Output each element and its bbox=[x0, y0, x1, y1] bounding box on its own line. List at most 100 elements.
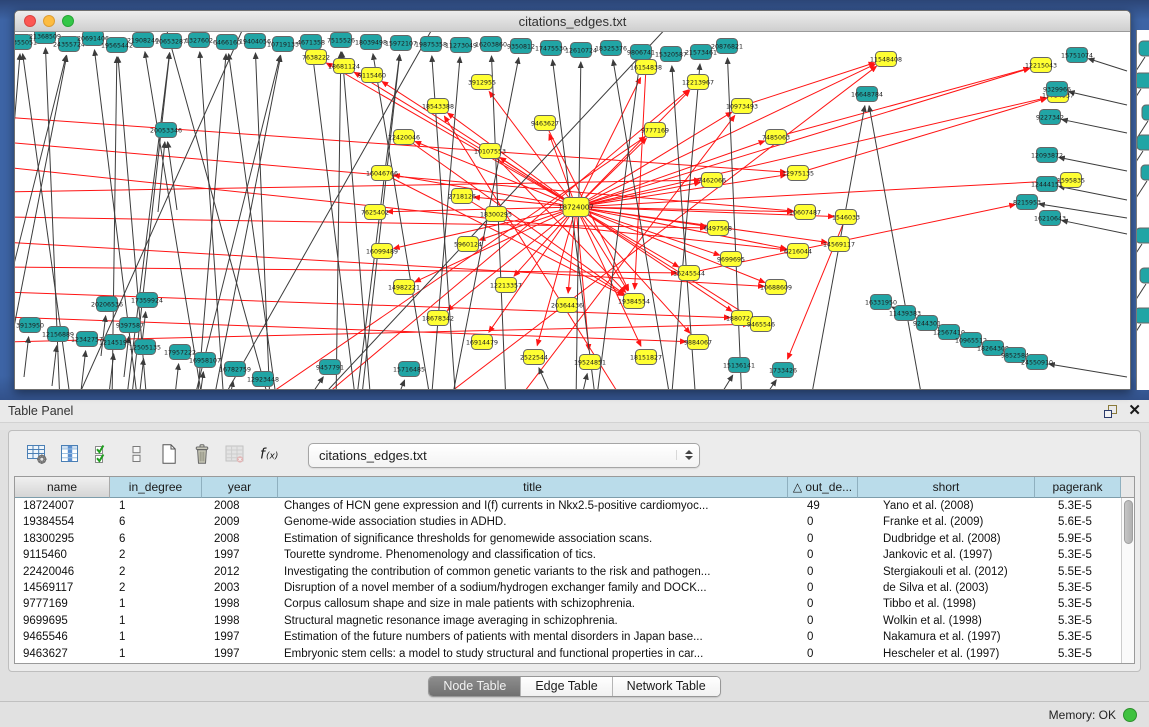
graph-node-label: 15136141 bbox=[723, 362, 755, 369]
graph-node-label: 10653287 bbox=[155, 38, 187, 45]
cell-title: Estimation of the future numbers of pati… bbox=[278, 629, 801, 645]
graph-node bbox=[1137, 308, 1149, 323]
close-panel-icon[interactable]: ✕ bbox=[1128, 403, 1141, 419]
graph-edge bbox=[1088, 59, 1127, 71]
table-row[interactable]: 911546021997Tourette syndrome. Phenomeno… bbox=[15, 547, 1134, 563]
graph-edge bbox=[776, 68, 1029, 137]
graph-node bbox=[1137, 135, 1149, 150]
graph-node-label: 9699695 bbox=[717, 256, 745, 263]
graph-edge bbox=[52, 346, 57, 386]
cell-title: Tourette syndrome. Phenomenology and cla… bbox=[278, 547, 801, 563]
table-row[interactable]: 2242004622012Investigating the contribut… bbox=[15, 564, 1134, 580]
graph-node bbox=[1142, 105, 1149, 120]
scrollbar-thumb[interactable] bbox=[1124, 500, 1133, 544]
graph-node-label: 18724007 bbox=[558, 203, 594, 211]
table-panel-titlebar: Table Panel ✕ bbox=[0, 400, 1149, 423]
column-header-out_degree[interactable]: △ out_de... bbox=[788, 477, 858, 498]
cell-out_degree: 0 bbox=[801, 613, 871, 629]
cell-year: 2008 bbox=[202, 498, 278, 514]
table-row[interactable]: 1872400712008Changes of HCN gene express… bbox=[15, 498, 1134, 514]
window-minimize-button[interactable] bbox=[43, 15, 55, 27]
cell-in_degree: 2 bbox=[110, 547, 202, 563]
select-column-icon[interactable] bbox=[59, 443, 85, 467]
tab-node-table[interactable]: Node Table bbox=[429, 677, 521, 696]
network-canvas[interactable]: 1872400716154838122139671097349374850631… bbox=[15, 32, 1130, 389]
status-bar: Memory: OK bbox=[0, 701, 1149, 727]
graph-node-label: 12215043 bbox=[1025, 62, 1057, 69]
window-close-button[interactable] bbox=[24, 15, 36, 27]
graph-node-label: 19524851 bbox=[574, 359, 606, 366]
graph-edge bbox=[336, 52, 341, 389]
table-selector-dropdown[interactable]: citations_edges.txt bbox=[308, 443, 700, 468]
graph-edge bbox=[220, 32, 435, 389]
memory-status-indicator bbox=[1123, 708, 1137, 722]
cell-in_degree: 6 bbox=[110, 531, 202, 547]
merge-cells-icon[interactable] bbox=[125, 443, 151, 467]
column-header-year[interactable]: year bbox=[202, 477, 278, 498]
table-row[interactable]: 946554611997Estimation of the future num… bbox=[15, 629, 1134, 645]
cell-in_degree: 2 bbox=[110, 564, 202, 580]
graph-node-label: 17957222 bbox=[164, 349, 196, 356]
window-titlebar[interactable]: citations_edges.txt bbox=[15, 11, 1130, 32]
graph-node-label: 17359924 bbox=[131, 297, 163, 304]
graph-node-label: 10688609 bbox=[760, 284, 792, 291]
column-header-pagerank[interactable]: pagerank bbox=[1035, 477, 1121, 498]
table-row[interactable]: 1456911722003Disruption of a novel membe… bbox=[15, 580, 1134, 596]
graph-node-label: 24355724 bbox=[53, 41, 85, 48]
row-checks-icon[interactable] bbox=[92, 443, 118, 467]
network-view[interactable]: 1872400716154838122139671097349374850631… bbox=[15, 32, 1130, 389]
graph-node-label: 12213967 bbox=[682, 79, 714, 86]
table-row[interactable]: 1830029562008Estimation of significance … bbox=[15, 531, 1134, 547]
graph-node-label: 9463627 bbox=[531, 120, 559, 127]
table-scrollbar[interactable] bbox=[1121, 498, 1134, 663]
table-tabs: Node TableEdge TableNetwork Table bbox=[428, 676, 720, 697]
cell-year: 2003 bbox=[202, 580, 278, 596]
table-row[interactable]: 1938455462009Genome-wide association stu… bbox=[15, 514, 1134, 530]
cell-title: Estimation of significance thresholds fo… bbox=[278, 531, 801, 547]
graph-node-label: 12145190 bbox=[99, 339, 131, 346]
tab-network-table[interactable]: Network Table bbox=[613, 677, 720, 696]
column-header-in_degree[interactable]: in_degree bbox=[110, 477, 202, 498]
graph-node-label: 4671358 bbox=[297, 39, 325, 46]
graph-node-label: 16245544 bbox=[673, 270, 705, 277]
cell-short: Nakamura et al. (1997) bbox=[871, 629, 1048, 645]
graph-edge bbox=[1062, 119, 1127, 133]
graph-node-label: 9244301 bbox=[913, 320, 941, 327]
graph-node-label: 20053346 bbox=[150, 127, 182, 134]
column-header-title[interactable]: title bbox=[278, 477, 788, 498]
network-window[interactable]: citations_edges.txt 18724007161548381221… bbox=[14, 10, 1131, 390]
window-zoom-button[interactable] bbox=[62, 15, 74, 27]
dropdown-arrows-icon bbox=[676, 450, 693, 460]
graph-edge bbox=[760, 380, 776, 389]
table-selector-value: citations_edges.txt bbox=[319, 448, 676, 463]
graph-node-label: 24550910 bbox=[1021, 359, 1053, 366]
graph-edge bbox=[537, 207, 576, 345]
graph-node-label: 1546033 bbox=[832, 214, 860, 221]
graph-node-label: 15716485 bbox=[393, 366, 425, 373]
table-row[interactable]: 977716911998Corpus callosum shape and si… bbox=[15, 596, 1134, 612]
graph-node-label: 11273049 bbox=[445, 42, 477, 49]
graph-edge bbox=[15, 54, 20, 389]
function-builder-icon[interactable]: f(x) bbox=[257, 443, 283, 467]
table-row[interactable]: 969969511998Structural magnetic resonanc… bbox=[15, 613, 1134, 629]
graph-node-label: 2718126 bbox=[448, 193, 476, 200]
column-header-name[interactable]: name bbox=[15, 477, 110, 498]
graph-node-label: 14982221 bbox=[388, 284, 420, 291]
delete-entry-icon[interactable] bbox=[191, 443, 217, 467]
graph-node-label: 11548408 bbox=[870, 56, 902, 63]
graph-node-label: 18325376 bbox=[595, 45, 627, 52]
graph-node-label: 16648784 bbox=[851, 91, 883, 98]
graph-edge bbox=[305, 377, 323, 389]
new-table-icon[interactable] bbox=[158, 443, 184, 467]
graph-node-label: 18300295 bbox=[480, 211, 512, 218]
float-panel-icon[interactable] bbox=[1102, 403, 1118, 419]
table-row[interactable]: 946362711997Embryonic stem cells: a mode… bbox=[15, 646, 1134, 662]
cell-name: 18300295 bbox=[15, 531, 110, 547]
column-header-short[interactable]: short bbox=[858, 477, 1035, 498]
tab-edge-table[interactable]: Edge Table bbox=[521, 677, 612, 696]
node-table: namein_degreeyeartitle△ out_de...shortpa… bbox=[14, 476, 1135, 664]
cell-out_degree: 0 bbox=[801, 580, 871, 596]
cell-short: Hescheler et al. (1997) bbox=[871, 646, 1048, 662]
graph-node-label: 24355051 bbox=[15, 39, 37, 46]
table-settings-icon[interactable] bbox=[26, 443, 52, 467]
